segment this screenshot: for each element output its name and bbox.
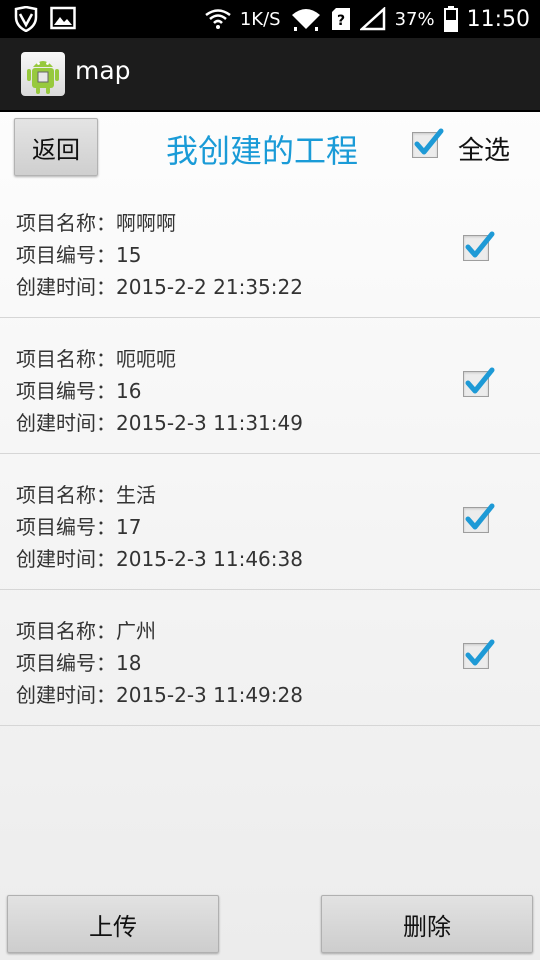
wifi-icon <box>205 9 231 29</box>
shield-icon <box>14 6 38 32</box>
svg-text:?: ? <box>337 13 345 29</box>
app-title: map <box>75 56 131 85</box>
checkmark-icon <box>465 367 495 394</box>
select-all-checkbox[interactable] <box>412 128 444 158</box>
action-bar: map <box>0 38 540 112</box>
project-name: 项目名称：广州 <box>16 619 156 643</box>
project-list: 项目名称：啊啊啊 项目编号：15 创建时间：2015-2-2 21:35:22 … <box>0 182 540 726</box>
item-checkbox[interactable] <box>463 367 495 397</box>
checkmark-icon <box>414 128 444 155</box>
project-number: 项目编号：15 <box>16 243 142 267</box>
page-title: 我创建的工程 <box>166 132 359 170</box>
project-created-time: 创建时间：2015-2-2 21:35:22 <box>16 275 303 299</box>
android-app-icon[interactable] <box>21 52 65 96</box>
status-bar: 1K/S ? 37% 11:50 <box>0 0 540 38</box>
project-created-time: 创建时间：2015-2-3 11:46:38 <box>16 547 303 571</box>
sim-unknown-icon: ? <box>331 8 350 30</box>
battery-percent: 37% <box>394 8 435 30</box>
list-item[interactable]: 项目名称：啊啊啊 项目编号：15 创建时间：2015-2-2 21:35:22 <box>0 182 540 318</box>
item-checkbox[interactable] <box>463 231 495 261</box>
project-name: 项目名称：呃呃呃 <box>16 347 176 371</box>
project-name: 项目名称：啊啊啊 <box>16 211 176 235</box>
checkmark-icon <box>465 639 495 666</box>
project-created-time: 创建时间：2015-2-3 11:31:49 <box>16 411 303 435</box>
project-number: 项目编号：18 <box>16 651 142 675</box>
battery-icon <box>443 6 458 32</box>
image-icon <box>50 6 76 30</box>
item-checkbox[interactable] <box>463 503 495 533</box>
select-all-label[interactable]: 全选 <box>458 130 510 167</box>
list-item[interactable]: 项目名称：呃呃呃 项目编号：16 创建时间：2015-2-3 11:31:49 <box>0 318 540 454</box>
list-item[interactable]: 项目名称：生活 项目编号：17 创建时间：2015-2-3 11:46:38 <box>0 454 540 590</box>
project-created-time: 创建时间：2015-2-3 11:49:28 <box>16 683 303 707</box>
signal-icon <box>359 7 385 31</box>
item-checkbox[interactable] <box>463 639 495 669</box>
project-number: 项目编号：16 <box>16 379 142 403</box>
list-item[interactable]: 项目名称：广州 项目编号：18 创建时间：2015-2-3 11:49:28 <box>0 590 540 726</box>
delete-button[interactable]: 删除 <box>321 895 533 953</box>
project-name: 项目名称：生活 <box>16 483 156 507</box>
project-number: 项目编号：17 <box>16 515 142 539</box>
wifi-transfer-icon <box>291 9 320 31</box>
clock: 11:50 <box>466 6 530 32</box>
checkmark-icon <box>465 503 495 530</box>
network-speed: 1K/S <box>239 8 281 30</box>
checkmark-icon <box>465 231 495 258</box>
upload-button[interactable]: 上传 <box>7 895 219 953</box>
back-button[interactable]: 返回 <box>14 118 98 176</box>
